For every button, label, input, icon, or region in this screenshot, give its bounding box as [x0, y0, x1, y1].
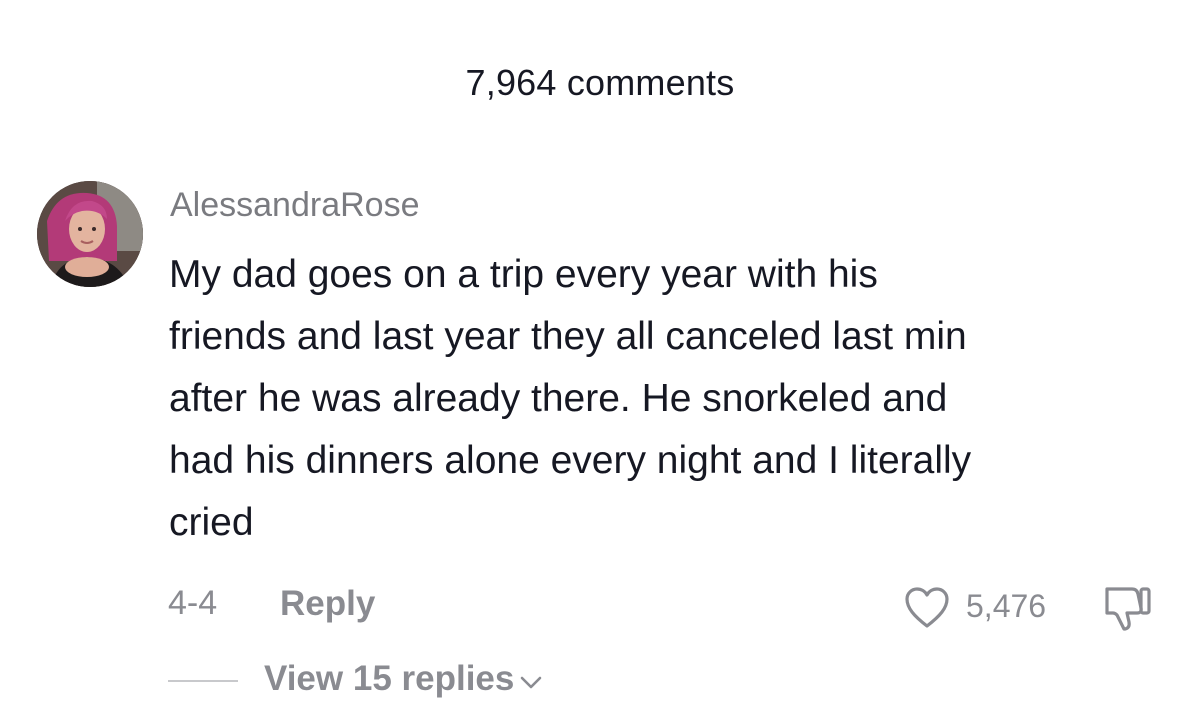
avatar[interactable]: [37, 181, 143, 287]
reply-button[interactable]: Reply: [280, 584, 375, 624]
chevron-down-icon: [520, 659, 542, 699]
comment-text: My dad goes on a trip every year with hi…: [169, 244, 1159, 554]
heart-icon[interactable]: [904, 586, 950, 630]
thumbs-down-icon[interactable]: [1100, 584, 1156, 632]
view-replies-label: View 15 replies: [264, 659, 515, 698]
view-replies-button[interactable]: View 15 replies: [264, 659, 542, 699]
like-count: 5,476: [966, 588, 1047, 624]
comment-date: 4-4: [168, 584, 218, 622]
comment-text-line: after he was already there. He snorkeled…: [169, 377, 948, 420]
comment-text-line: had his dinners alone every night and I …: [169, 439, 972, 482]
replies-divider: [168, 680, 238, 682]
comment-text-line: friends and last year they all canceled …: [169, 315, 967, 358]
comment-text-line: cried: [169, 501, 254, 544]
comment-text-line: My dad goes on a trip every year with hi…: [169, 253, 878, 296]
comment-username[interactable]: AlessandraRose: [170, 186, 419, 225]
comments-count-title: 7,964 comments: [465, 62, 735, 103]
